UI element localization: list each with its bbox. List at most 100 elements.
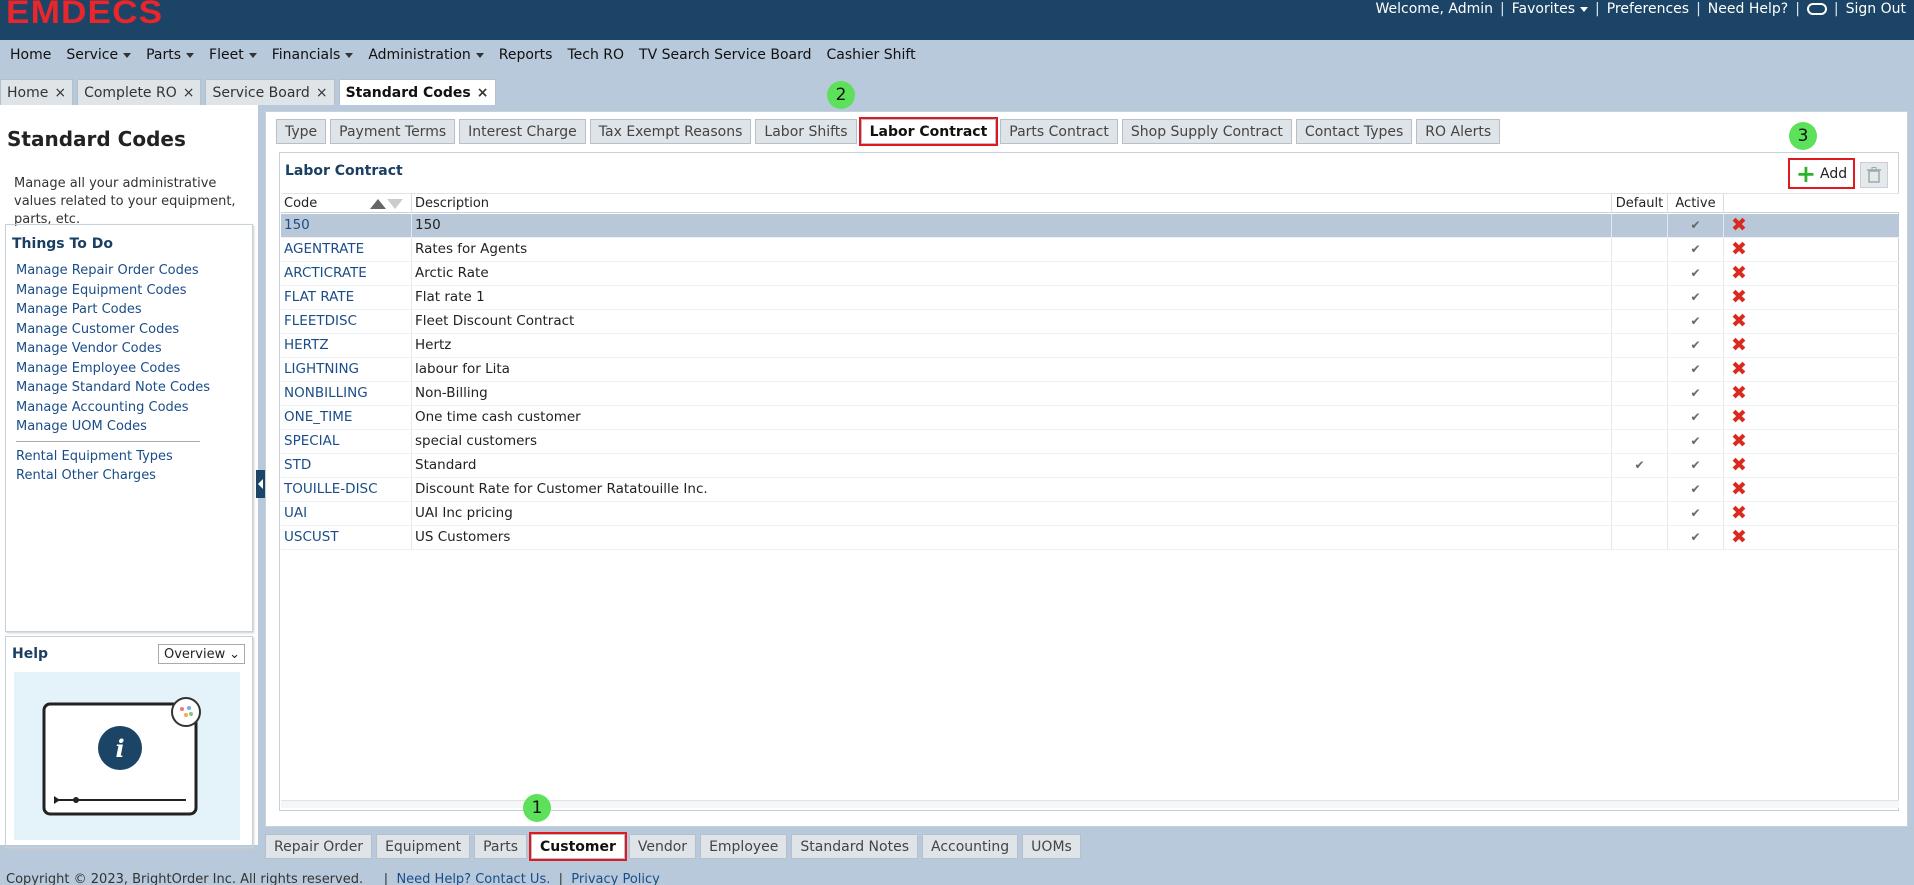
rental-link[interactable]: Rental Other Charges — [16, 466, 173, 485]
tab-shop-supply-contract[interactable]: Shop Supply Contract — [1121, 119, 1292, 144]
table-row[interactable]: AGENTRATE Rates for Agents ✔ ✖ — [281, 238, 1899, 262]
favorites-menu[interactable]: Favorites — [1512, 1, 1589, 17]
cell-code[interactable]: FLAT RATE — [281, 286, 412, 309]
delete-x-icon[interactable]: ✖ — [1731, 238, 1747, 260]
page-tab-home[interactable]: Home × — [0, 79, 74, 105]
delete-x-icon[interactable]: ✖ — [1731, 334, 1747, 356]
close-icon[interactable]: × — [54, 85, 66, 101]
nav-financials[interactable]: Financials — [272, 47, 354, 63]
cell-code[interactable]: LIGHTNING — [281, 358, 412, 381]
delete-x-icon[interactable]: ✖ — [1731, 262, 1747, 284]
cell-code[interactable]: USCUST — [281, 526, 412, 549]
delete-x-icon[interactable]: ✖ — [1731, 454, 1747, 476]
nav-tv-search[interactable]: TV Search Service Board — [639, 47, 811, 63]
tab-payment-terms[interactable]: Payment Terms — [330, 119, 456, 144]
table-row[interactable]: STD Standard ✔ ✔ ✖ — [281, 454, 1899, 478]
table-row[interactable]: FLEETDISC Fleet Discount Contract ✔ ✖ — [281, 310, 1899, 334]
nav-administration[interactable]: Administration — [368, 47, 484, 63]
cell-code[interactable]: STD — [281, 454, 412, 477]
delete-button[interactable] — [1860, 162, 1888, 188]
delete-x-icon[interactable]: ✖ — [1731, 526, 1747, 548]
todo-link[interactable]: Manage Equipment Codes — [16, 281, 210, 301]
todo-link[interactable]: Manage UOM Codes — [16, 417, 210, 437]
tab-ro-alerts[interactable]: RO Alerts — [1416, 119, 1501, 144]
tab-equipment[interactable]: Equipment — [376, 834, 471, 859]
need-help-link[interactable]: Need Help? — [1708, 1, 1788, 17]
todo-link[interactable]: Manage Repair Order Codes — [16, 261, 210, 281]
add-button[interactable]: + Add — [1788, 158, 1855, 189]
cell-code[interactable]: 150 — [281, 214, 412, 237]
table-row[interactable]: NONBILLING Non-Billing ✔ ✖ — [281, 382, 1899, 406]
sort-icon[interactable] — [370, 199, 403, 209]
tab-vendor[interactable]: Vendor — [628, 834, 697, 859]
preferences-link[interactable]: Preferences — [1607, 1, 1689, 17]
tab-type[interactable]: Type — [276, 119, 327, 144]
todo-link[interactable]: Manage Accounting Codes — [16, 398, 210, 418]
nav-tech-ro[interactable]: Tech RO — [567, 47, 624, 63]
delete-x-icon[interactable]: ✖ — [1731, 310, 1747, 332]
cell-code[interactable]: AGENTRATE — [281, 238, 412, 261]
cell-code[interactable]: TOUILLE-DISC — [281, 478, 412, 501]
close-icon[interactable]: × — [316, 85, 328, 101]
nav-parts[interactable]: Parts — [146, 47, 195, 63]
cell-code[interactable]: UAI — [281, 502, 412, 525]
nav-home[interactable]: Home — [10, 47, 51, 63]
column-header-default[interactable]: Default — [1612, 194, 1668, 213]
contact-us-link[interactable]: Need Help? Contact Us. — [396, 872, 550, 885]
collapse-panel-handle[interactable] — [256, 470, 265, 498]
chat-icon[interactable] — [1806, 3, 1827, 15]
nav-cashier-shift[interactable]: Cashier Shift — [827, 47, 916, 63]
delete-x-icon[interactable]: ✖ — [1731, 214, 1747, 236]
delete-x-icon[interactable]: ✖ — [1731, 430, 1747, 452]
close-icon[interactable]: × — [477, 85, 489, 101]
column-header-description[interactable]: Description — [412, 194, 1612, 213]
tab-uoms[interactable]: UOMs — [1022, 834, 1081, 859]
tab-labor-shifts[interactable]: Labor Shifts — [755, 119, 857, 144]
tab-tax-exempt-reasons[interactable]: Tax Exempt Reasons — [589, 119, 752, 144]
tab-customer[interactable]: Customer — [529, 832, 627, 861]
todo-link[interactable]: Manage Customer Codes — [16, 320, 210, 340]
todo-link[interactable]: Manage Standard Note Codes — [16, 378, 210, 398]
delete-x-icon[interactable]: ✖ — [1731, 358, 1747, 380]
table-row[interactable]: 150 150 ✔ ✖ — [281, 214, 1899, 238]
cell-code[interactable]: FLEETDISC — [281, 310, 412, 333]
delete-x-icon[interactable]: ✖ — [1731, 406, 1747, 428]
tab-repair-order[interactable]: Repair Order — [265, 834, 373, 859]
privacy-policy-link[interactable]: Privacy Policy — [571, 872, 660, 885]
tab-parts-contract[interactable]: Parts Contract — [1000, 119, 1118, 144]
cell-code[interactable]: HERTZ — [281, 334, 412, 357]
column-header-active[interactable]: Active — [1668, 194, 1724, 213]
tab-contact-types[interactable]: Contact Types — [1295, 119, 1413, 144]
table-row[interactable]: LIGHTNING labour for Lita ✔ ✖ — [281, 358, 1899, 382]
page-tab-service-board[interactable]: Service Board × — [205, 79, 335, 105]
sign-out-link[interactable]: Sign Out — [1846, 1, 1906, 17]
table-row[interactable]: USCUST US Customers ✔ ✖ — [281, 526, 1899, 550]
table-row[interactable]: ONE_TIME One time cash customer ✔ ✖ — [281, 406, 1899, 430]
delete-x-icon[interactable]: ✖ — [1731, 478, 1747, 500]
cell-code[interactable]: ONE_TIME — [281, 406, 412, 429]
nav-fleet[interactable]: Fleet — [209, 47, 257, 63]
table-row[interactable]: TOUILLE-DISC Discount Rate for Customer R… — [281, 478, 1899, 502]
cell-code[interactable]: ARCTICRATE — [281, 262, 412, 285]
tab-accounting[interactable]: Accounting — [921, 834, 1019, 859]
delete-x-icon[interactable]: ✖ — [1731, 286, 1747, 308]
emdecs-logo[interactable]: EMDECS — [6, 0, 163, 28]
table-row[interactable]: SPECIAL special customers ✔ ✖ — [281, 430, 1899, 454]
rental-link[interactable]: Rental Equipment Types — [16, 447, 173, 466]
table-row[interactable]: HERTZ Hertz ✔ ✖ — [281, 334, 1899, 358]
tab-standard-notes[interactable]: Standard Notes — [791, 834, 918, 859]
nav-service[interactable]: Service — [66, 47, 132, 63]
column-header-code[interactable]: Code — [281, 194, 412, 213]
help-video-thumbnail[interactable]: i — [14, 672, 240, 840]
todo-link[interactable]: Manage Part Codes — [16, 300, 210, 320]
page-tab-complete-ro[interactable]: Complete RO × — [77, 79, 202, 105]
close-icon[interactable]: × — [183, 85, 195, 101]
todo-link[interactable]: Manage Vendor Codes — [16, 339, 210, 359]
table-row[interactable]: FLAT RATE Flat rate 1 ✔ ✖ — [281, 286, 1899, 310]
tab-employee[interactable]: Employee — [700, 834, 788, 859]
tab-labor-contract[interactable]: Labor Contract — [858, 117, 999, 146]
delete-x-icon[interactable]: ✖ — [1731, 502, 1747, 524]
tab-interest-charge[interactable]: Interest Charge — [459, 119, 586, 144]
cell-code[interactable]: NONBILLING — [281, 382, 412, 405]
todo-link[interactable]: Manage Employee Codes — [16, 359, 210, 379]
